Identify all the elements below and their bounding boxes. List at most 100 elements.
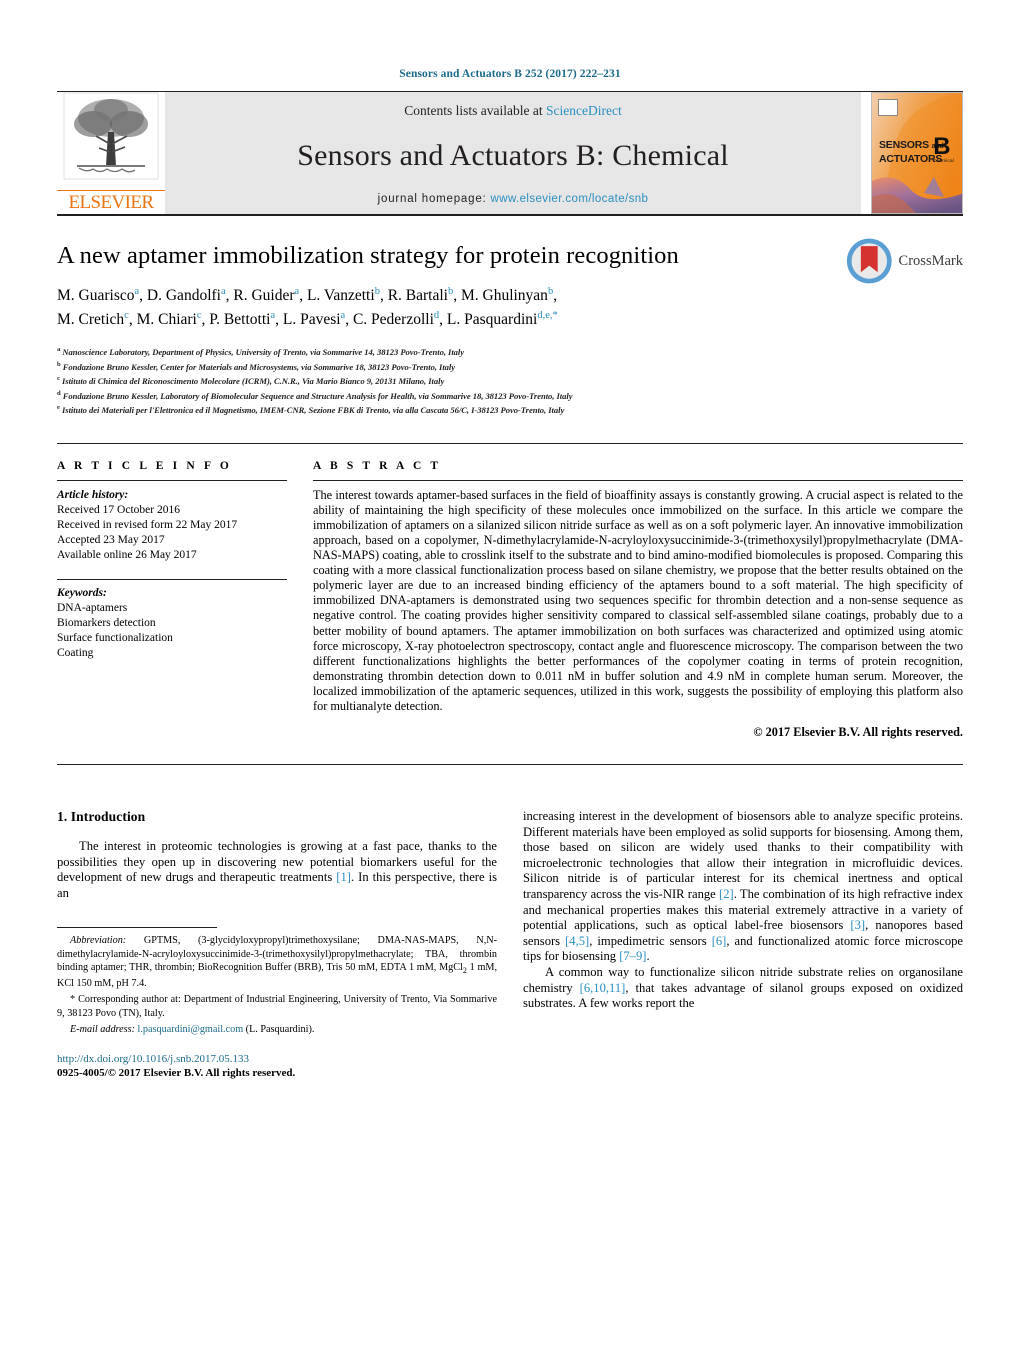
article-info-column: A R T I C L E I N F O Article history: R… <box>57 460 313 740</box>
author-name-run: , M. Ghulinyan <box>453 287 548 305</box>
history-item: Available online 26 May 2017 <box>57 548 197 561</box>
cover-line-1: SENSORS <box>879 139 929 151</box>
crossmark-badge[interactable]: CrossMark <box>845 230 963 292</box>
affiliation-mark: b <box>57 360 61 368</box>
crossmark-label: CrossMark <box>898 252 963 269</box>
citation-ref-6[interactable]: [6] <box>712 934 727 948</box>
issn-copyright-line: 0925-4005/© 2017 Elsevier B.V. All right… <box>57 1066 296 1079</box>
body-right-column: increasing interest in the development o… <box>523 809 963 1080</box>
elsevier-logo: ELSEVIER <box>57 92 165 214</box>
running-head: Sensors and Actuators B 252 (2017) 222–2… <box>399 68 621 80</box>
affiliation-list: a Nanoscience Laboratory, Department of … <box>57 344 963 416</box>
citation-ref-3[interactable]: [3] <box>850 918 865 932</box>
cover-series-letter: B Chemical <box>933 135 954 164</box>
email-label: E-mail address: <box>70 1023 135 1035</box>
affiliation-item: b Fondazione Bruno Kessler, Center for M… <box>57 359 963 373</box>
section-heading-introduction: 1. Introduction <box>57 809 146 825</box>
elsevier-wordmark: ELSEVIER <box>57 190 165 212</box>
cover-letter-b: B <box>933 133 951 160</box>
abbreviation-footnote: Abbreviation: GPTMS, (3-glycidyloxypropy… <box>57 934 497 990</box>
page-title: A new aptamer immobilization strategy fo… <box>57 242 679 269</box>
doi-block: http://dx.doi.org/10.1016/j.snb.2017.05.… <box>57 1052 497 1080</box>
citation-ref-1[interactable]: [1] <box>336 870 351 884</box>
contents-prefix: Contents lists available at <box>404 103 546 118</box>
cover-elsevier-mark <box>878 99 898 116</box>
author-name-run: , L. Pasquardini <box>439 310 538 328</box>
affiliation-text: Istituto dei Materiali per l'Elettronica… <box>62 405 565 416</box>
intro-paragraph-right-1: increasing interest in the development o… <box>523 809 963 965</box>
body-left-column: 1. Introduction The interest in proteomi… <box>57 809 497 1080</box>
crossmark-icon <box>846 238 892 284</box>
keyword-item: DNA-aptamers <box>57 601 128 614</box>
journal-title: Sensors and Actuators B: Chemical <box>297 139 729 172</box>
affiliation-text: Fondazione Bruno Kessler, Center for Mat… <box>62 361 456 372</box>
abstract-text: The interest towards aptamer-based surfa… <box>313 487 963 713</box>
copyright-line: © 2017 Elsevier B.V. All rights reserved… <box>753 725 963 740</box>
affiliation-text: Nanoscience Laboratory, Department of Ph… <box>62 347 465 358</box>
citation-ref-7-9[interactable]: [7–9] <box>619 949 646 963</box>
homepage-url-link[interactable]: www.elsevier.com/locate/snb <box>491 193 649 205</box>
doi-link[interactable]: http://dx.doi.org/10.1016/j.snb.2017.05.… <box>57 1052 497 1066</box>
abstract-rule <box>313 479 963 481</box>
right-text-d: , impedimetric sensors <box>589 933 712 948</box>
article-history-label: Article history: <box>57 488 129 501</box>
email-footnote: E-mail address: l.pasquardini@gmail.com … <box>57 1023 497 1036</box>
author-line-2: M. Cretichc, M. Chiaric, P. Bettottia, L… <box>57 309 558 328</box>
article-page: Sensors and Actuators B 252 (2017) 222–2… <box>0 0 1020 1351</box>
affiliation-item: a Nanoscience Laboratory, Department of … <box>57 344 963 358</box>
author-name-run: , L. Pavesi <box>275 310 341 328</box>
keywords-label: Keywords: <box>57 586 107 599</box>
affiliation-mark: a <box>57 346 61 354</box>
abstract-heading: A B S T R A C T <box>313 459 442 472</box>
email-owner: (L. Pasquardini). <box>243 1023 315 1035</box>
author-name-run: , D. Gandolfi <box>139 287 221 305</box>
abstract-column: A B S T R A C T The interest towards apt… <box>313 460 963 740</box>
citation-ref-6-10-11[interactable]: [6,10,11] <box>580 981 626 995</box>
author-name-run: M. Cretich <box>57 310 125 328</box>
affiliation-mark: d <box>57 389 61 397</box>
footnote-rule <box>57 927 217 929</box>
author-name-run: , M. Chiari <box>128 310 197 328</box>
citation-ref-4-5[interactable]: [4,5] <box>565 934 589 948</box>
author-line-1: M. Guariscoa, D. Gandolfia, R. Guidera, … <box>57 286 558 305</box>
contents-line: Contents lists available at ScienceDirec… <box>404 103 621 119</box>
masthead-band: Contents lists available at ScienceDirec… <box>165 92 861 214</box>
affiliation-mark: c <box>57 375 60 383</box>
cover-letter-subtitle: Chemical <box>933 158 954 163</box>
title-block: A new aptamer immobilization strategy fo… <box>57 216 963 417</box>
keywords-rule <box>57 578 287 580</box>
right-text-f: . <box>646 949 650 964</box>
body-columns: 1. Introduction The interest in proteomi… <box>57 765 963 1080</box>
author-affiliation-mark: d,e,* <box>537 309 558 321</box>
affiliation-text: Fondazione Bruno Kessler, Laboratory of … <box>62 390 573 401</box>
author-name-run: , L. Vanzetti <box>299 287 375 305</box>
keyword-item: Surface functionalization <box>57 631 173 644</box>
citation-ref-2[interactable]: [2] <box>719 887 734 901</box>
author-name-run: , P. Bettotti <box>201 310 271 328</box>
author-name-run: , R. Guider <box>225 287 295 305</box>
homepage-label: journal homepage: <box>377 193 487 205</box>
author-name-run: , R. Bartali <box>379 287 448 305</box>
sciencedirect-link[interactable]: ScienceDirect <box>546 103 622 118</box>
info-abstract-block: A R T I C L E I N F O Article history: R… <box>57 444 963 740</box>
author-list: M. Guariscoa, D. Gandolfia, R. Guidera, … <box>57 284 847 331</box>
affiliation-text: Istituto di Chimica del Riconoscimento M… <box>62 376 445 387</box>
journal-masthead: ELSEVIER Contents lists available at Sci… <box>57 92 963 214</box>
email-link[interactable]: l.pasquardini@gmail.com <box>138 1024 244 1035</box>
article-info-rule <box>57 479 287 481</box>
keyword-item: Coating <box>57 646 94 659</box>
corresponding-text: Corresponding author at: Department of I… <box>57 994 497 1019</box>
history-item: Accepted 23 May 2017 <box>57 533 165 546</box>
intro-paragraph-right-2: A common way to functionalize silicon ni… <box>523 965 963 1012</box>
journal-homepage-line: journal homepage: www.elsevier.com/locat… <box>378 193 649 205</box>
intro-paragraph-left: The interest in proteomic technologies i… <box>57 839 497 901</box>
affiliation-item: c Istituto di Chimica del Riconoscimento… <box>57 373 963 387</box>
keyword-item: Biomarkers detection <box>57 616 156 629</box>
author-name-run: , C. Pederzolli <box>345 310 434 328</box>
elsevier-tree-icon <box>63 92 159 180</box>
corresponding-author-footnote: * Corresponding author at: Department of… <box>57 993 497 1019</box>
journal-cover-thumbnail: SENSORS and ACTUATORS B Chemical <box>871 92 963 214</box>
history-item: Received in revised form 22 May 2017 <box>57 518 238 531</box>
author-name-run: , <box>553 287 558 305</box>
